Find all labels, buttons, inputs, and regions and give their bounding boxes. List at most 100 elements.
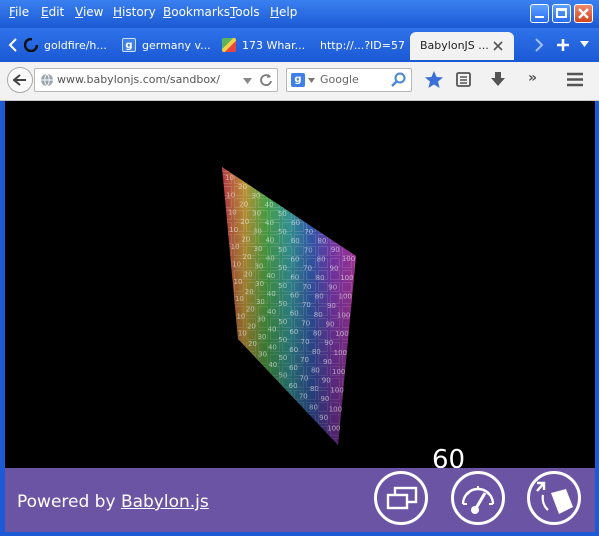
url-history-dropdown-icon[interactable] bbox=[243, 78, 252, 84]
reload-icon[interactable] bbox=[259, 73, 273, 87]
tile-label: 70 bbox=[299, 374, 308, 382]
back-button[interactable] bbox=[7, 67, 33, 93]
maximize-button[interactable] bbox=[552, 4, 571, 23]
tile-label: 80 bbox=[309, 403, 318, 411]
tile-label: 20 bbox=[241, 235, 250, 243]
reading-list-icon[interactable] bbox=[456, 72, 471, 87]
tab-germany[interactable]: g germany v... bbox=[122, 32, 214, 60]
new-tab-icon[interactable] bbox=[556, 38, 570, 52]
fullscreen-icon bbox=[386, 486, 418, 510]
tile-label: 50 bbox=[278, 282, 287, 290]
overflow-chevron-icon[interactable]: » bbox=[528, 70, 537, 86]
scroll-tabs-left-icon[interactable] bbox=[8, 38, 18, 52]
tile-label: 50 bbox=[278, 228, 287, 236]
tile-label: 50 bbox=[278, 210, 287, 218]
tile-label: 10 bbox=[229, 226, 238, 234]
tab-wharf[interactable]: 173 Whar... bbox=[222, 32, 312, 60]
tile-label: 10 bbox=[226, 191, 235, 199]
tab-label: germany v... bbox=[142, 39, 211, 52]
tile-label: 90 bbox=[324, 339, 333, 347]
tile-label: 70 bbox=[303, 283, 312, 291]
tile-label: 70 bbox=[301, 320, 310, 328]
back-arrow-icon bbox=[13, 74, 26, 86]
menu-file[interactable]: File bbox=[9, 5, 29, 19]
download-icon[interactable] bbox=[490, 71, 506, 88]
fullscreen-button[interactable] bbox=[374, 471, 428, 525]
tile-label: 90 bbox=[328, 283, 337, 291]
tile-label: 10 bbox=[234, 278, 243, 286]
tile-label: 80 bbox=[317, 256, 326, 264]
tile-label: 10 bbox=[235, 295, 244, 303]
tile-label: 10 bbox=[238, 330, 247, 338]
maximize-icon bbox=[556, 8, 567, 18]
tile-label: 80 bbox=[315, 292, 324, 300]
tile-label: 30 bbox=[253, 227, 262, 235]
tile-label: 70 bbox=[301, 338, 310, 346]
menu-hamburger-icon[interactable] bbox=[566, 72, 584, 87]
close-icon bbox=[578, 8, 589, 19]
fps-counter: 60 bbox=[432, 445, 466, 468]
close-window-button[interactable] bbox=[574, 4, 593, 23]
tile-label: 60 bbox=[289, 346, 298, 354]
tab-babylonjs[interactable]: BabylonJS ... bbox=[410, 32, 514, 60]
tile-label: 20 bbox=[243, 253, 252, 261]
scroll-tabs-right-icon[interactable] bbox=[534, 38, 544, 52]
tile-label: 100 bbox=[330, 387, 343, 395]
close-tab-icon[interactable] bbox=[493, 41, 503, 51]
tile-label: 80 bbox=[316, 274, 325, 282]
tile-label: 20 bbox=[246, 305, 255, 313]
tile-label: 30 bbox=[257, 315, 266, 323]
tile-label: 100 bbox=[327, 424, 340, 432]
list-tabs-icon[interactable] bbox=[580, 41, 589, 47]
bookmark-star-icon[interactable] bbox=[424, 70, 444, 89]
tile-label: 100 bbox=[334, 349, 347, 357]
tile-label: 50 bbox=[278, 300, 287, 308]
tile-label: 50 bbox=[278, 246, 287, 254]
tile-label: 70 bbox=[304, 246, 313, 254]
menu-help[interactable]: Help bbox=[270, 5, 297, 19]
tile-label: 80 bbox=[314, 311, 323, 319]
tile-label: 50 bbox=[278, 318, 287, 326]
tile-label: 50 bbox=[279, 372, 288, 380]
performance-button[interactable] bbox=[451, 471, 505, 525]
google-icon: g bbox=[122, 38, 136, 52]
tile-label: 20 bbox=[247, 323, 256, 331]
tile-label: 30 bbox=[257, 333, 266, 341]
tile-label: 40 bbox=[268, 361, 277, 369]
tile-label: 40 bbox=[268, 326, 277, 334]
tile-label: 90 bbox=[331, 246, 340, 254]
tile-label: 40 bbox=[266, 272, 275, 280]
tile-label: 30 bbox=[252, 210, 261, 218]
search-icon[interactable] bbox=[391, 72, 407, 88]
tile-label: 40 bbox=[268, 343, 277, 351]
menu-edit[interactable]: Edit bbox=[41, 5, 64, 19]
minimize-button[interactable] bbox=[530, 4, 549, 23]
menu-history[interactable]: History bbox=[113, 5, 156, 19]
babylonjs-link[interactable]: Babylon.js bbox=[121, 492, 209, 512]
tile-label: 70 bbox=[304, 228, 313, 236]
search-engine-dropdown-icon[interactable] bbox=[308, 78, 315, 83]
url-bar[interactable]: www.babylonjs.com/sandbox/ bbox=[34, 68, 278, 92]
menu-view[interactable]: View bbox=[75, 5, 103, 19]
search-engine-google-icon[interactable]: g bbox=[291, 73, 305, 87]
tile-label: 10 bbox=[228, 209, 237, 217]
tile-label: 30 bbox=[256, 298, 265, 306]
tab-http[interactable]: http://...?ID=57 bbox=[320, 32, 410, 60]
tile-label: 100 bbox=[339, 293, 352, 301]
tile-label: 20 bbox=[248, 340, 257, 348]
menu-tools[interactable]: Tools bbox=[230, 5, 260, 19]
menu-bookmarks[interactable]: Bookmarks bbox=[163, 5, 230, 19]
title-bar: File Edit View History Bookmarks Tools H… bbox=[0, 0, 599, 28]
search-bar[interactable]: g Google bbox=[286, 68, 412, 92]
tab-goldfire[interactable]: goldfire/h... bbox=[24, 32, 114, 60]
tab-label: 173 Whar... bbox=[242, 39, 306, 52]
tile-label: 60 bbox=[291, 219, 300, 227]
reset-scene-button[interactable] bbox=[527, 471, 581, 525]
tile-label: 10 bbox=[231, 243, 240, 251]
tile-label: 60 bbox=[289, 328, 298, 336]
tab-label: goldfire/h... bbox=[44, 39, 107, 52]
babylon-render-canvas[interactable]: 10 10 10 10 10 10 10 10 10 10 20 20 20 20 20 20 20 20 20 20… bbox=[5, 101, 595, 468]
tile-label: 10 bbox=[236, 312, 245, 320]
tile-label: 20 bbox=[240, 218, 249, 226]
tile-label: 50 bbox=[278, 354, 287, 362]
